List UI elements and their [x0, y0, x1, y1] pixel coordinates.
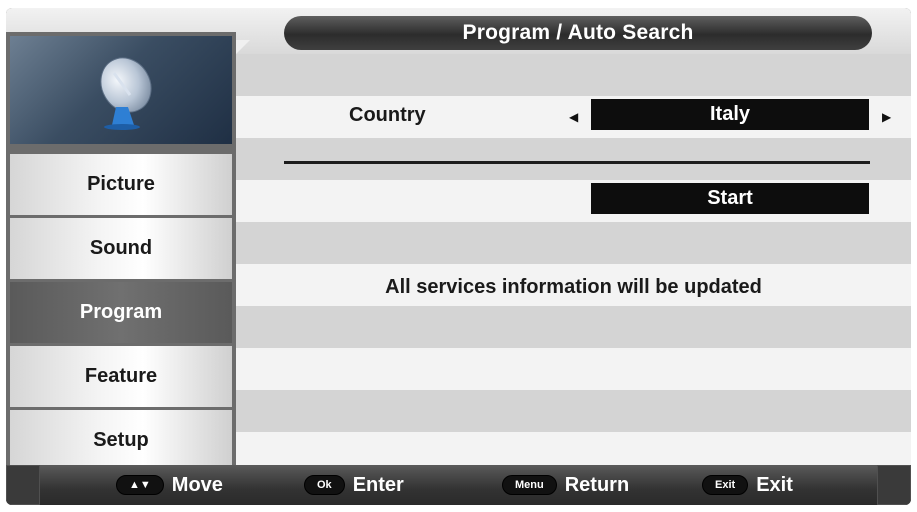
country-label: Country: [349, 104, 426, 126]
help-enter-label: Enter: [352, 473, 404, 496]
tv-menu-window: Program / Auto Search Picture Sound Prog…: [6, 8, 911, 505]
content-notch: [236, 40, 250, 54]
help-move-label: Move: [171, 473, 223, 496]
triangle-left-icon[interactable]: ◀: [569, 110, 578, 124]
help-return: Menu Return: [502, 473, 629, 497]
info-message: All services information will be updated: [385, 276, 762, 298]
move-key-icon: ▲▼: [116, 475, 164, 495]
help-bar-corner: [6, 465, 40, 505]
row-stripe: [236, 348, 911, 390]
help-exit-label: Exit: [756, 473, 793, 496]
sidebar-logo: [10, 36, 232, 144]
start-button[interactable]: Start: [591, 183, 869, 214]
sidebar-item-picture[interactable]: Picture: [10, 154, 232, 215]
help-exit: Exit Exit: [702, 473, 793, 497]
help-bar-corner: [877, 465, 911, 505]
ok-key-icon: Ok: [304, 475, 345, 495]
sidebar-item-program[interactable]: Program: [10, 282, 232, 343]
content-panel: Country ◀ Italy ▶ Start All services inf…: [236, 54, 911, 465]
triangle-right-icon[interactable]: ▶: [882, 110, 891, 124]
country-value[interactable]: Italy: [591, 99, 869, 130]
help-return-label: Return: [564, 473, 630, 496]
sidebar-item-setup[interactable]: Setup: [10, 410, 232, 471]
sidebar-item-sound[interactable]: Sound: [10, 218, 232, 279]
menu-title: Program / Auto Search: [284, 16, 872, 50]
satellite-dish-icon: [100, 57, 152, 130]
help-bar: ▲▼ Move Ok Enter Menu Return Exit Exit: [6, 465, 911, 505]
sidebar: Picture Sound Program Feature Setup: [6, 32, 236, 471]
divider: [284, 161, 870, 164]
exit-key-icon: Exit: [702, 475, 749, 495]
sidebar-item-feature[interactable]: Feature: [10, 346, 232, 407]
help-enter: Ok Enter: [304, 473, 404, 497]
row-stripe: [236, 432, 911, 465]
help-move: ▲▼ Move: [116, 473, 223, 497]
menu-key-icon: Menu: [502, 475, 557, 495]
